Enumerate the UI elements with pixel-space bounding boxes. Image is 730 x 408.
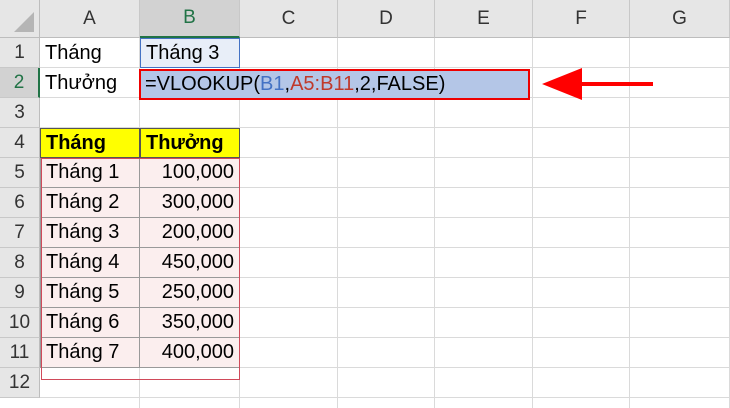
- column-header-G[interactable]: G: [630, 0, 730, 38]
- row-header-6[interactable]: 6: [0, 188, 40, 218]
- table-cell-bonus[interactable]: 250,000: [140, 278, 240, 308]
- select-all-corner[interactable]: [0, 0, 40, 38]
- column-header-C[interactable]: C: [240, 0, 338, 38]
- table-cell-month[interactable]: Tháng 1: [40, 158, 140, 188]
- cell-a2[interactable]: Thưởng: [40, 68, 140, 98]
- row-header-3[interactable]: 3: [0, 98, 40, 128]
- table-cell-month[interactable]: Tháng 7: [40, 338, 140, 368]
- row-header-7[interactable]: 7: [0, 218, 40, 248]
- column-header-D[interactable]: D: [338, 0, 435, 38]
- table-cell-month[interactable]: Tháng 5: [40, 278, 140, 308]
- table-cell-bonus[interactable]: 200,000: [140, 218, 240, 248]
- table-cell-month[interactable]: Tháng 2: [40, 188, 140, 218]
- formula-prefix: =VLOOKUP(: [145, 73, 261, 95]
- table-cell-bonus[interactable]: 450,000: [140, 248, 240, 278]
- formula-ref-b1: B1: [260, 73, 285, 95]
- table-cell-bonus[interactable]: 100,000: [140, 158, 240, 188]
- cell-a1[interactable]: Tháng: [40, 38, 140, 68]
- column-header-A[interactable]: A: [40, 0, 140, 38]
- gridline: [532, 38, 533, 408]
- gridline: [40, 397, 730, 398]
- formula-cell-b2[interactable]: =VLOOKUP(B1, A5:B11,2,FALSE): [139, 69, 530, 100]
- formula-ref-range: A5:B11: [290, 73, 355, 95]
- column-header-B[interactable]: B: [140, 0, 240, 38]
- table-cell-month[interactable]: Tháng 6: [40, 308, 140, 338]
- row-header-2[interactable]: 2: [0, 68, 40, 98]
- row-header-9[interactable]: 9: [0, 278, 40, 308]
- row-header-1[interactable]: 1: [0, 38, 40, 68]
- column-header-F[interactable]: F: [533, 0, 630, 38]
- row-header-4[interactable]: 4: [0, 128, 40, 158]
- table-cell-bonus[interactable]: 400,000: [140, 338, 240, 368]
- formula-suffix: ,2,FALSE): [354, 73, 446, 95]
- row-header-5[interactable]: 5: [0, 158, 40, 188]
- row-header-12[interactable]: 12: [0, 368, 40, 398]
- column-header-E[interactable]: E: [435, 0, 533, 38]
- row-header-11[interactable]: 11: [0, 338, 40, 368]
- table-cell-month[interactable]: Tháng 4: [40, 248, 140, 278]
- row-header-8[interactable]: 8: [0, 248, 40, 278]
- row-header-10[interactable]: 10: [0, 308, 40, 338]
- table-cell-bonus[interactable]: 350,000: [140, 308, 240, 338]
- table-header-1[interactable]: Thưởng: [140, 128, 240, 158]
- table-header-0[interactable]: Tháng: [40, 128, 140, 158]
- red-arrow-icon: [542, 68, 653, 100]
- table-cell-month[interactable]: Tháng 3: [40, 218, 140, 248]
- table-cell-bonus[interactable]: 300,000: [140, 188, 240, 218]
- cell-b1[interactable]: Tháng 3: [140, 38, 240, 68]
